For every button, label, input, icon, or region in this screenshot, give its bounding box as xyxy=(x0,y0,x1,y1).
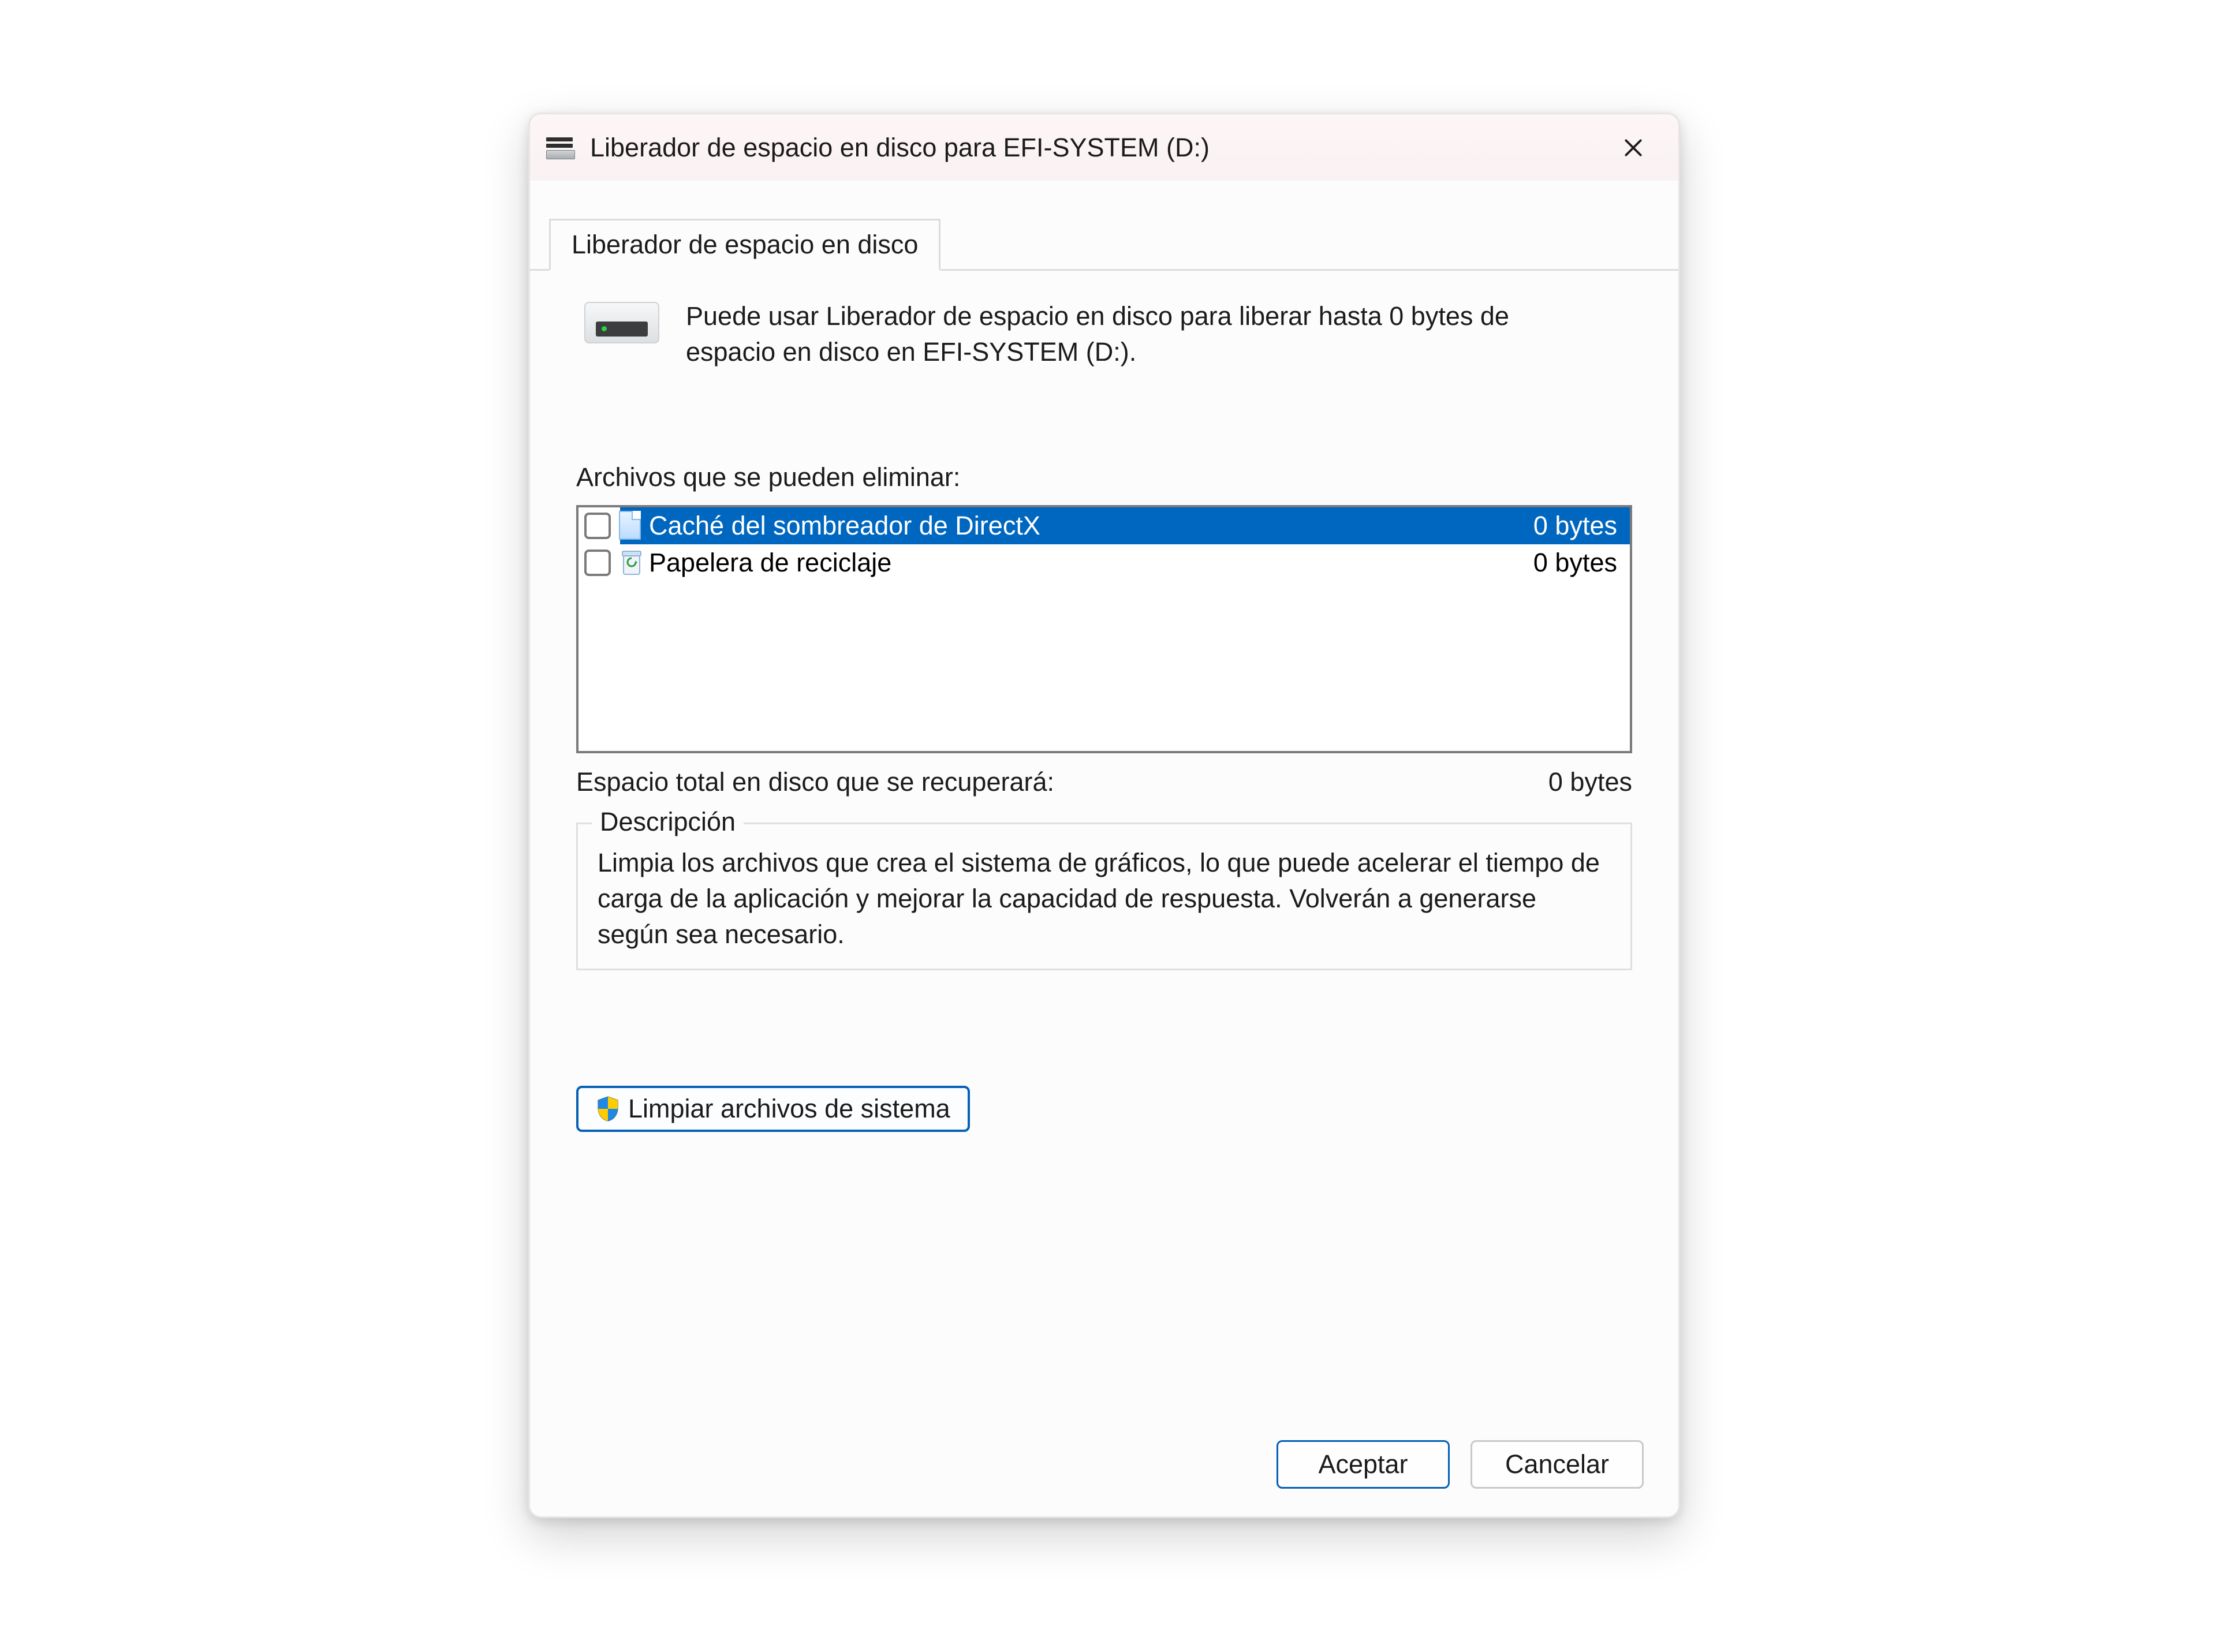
clean-system-files-label: Limpiar archivos de sistema xyxy=(628,1094,950,1124)
list-item[interactable]: Caché del sombreador de DirectX 0 bytes xyxy=(578,507,1630,544)
window-title: Liberador de espacio en disco para EFI-S… xyxy=(590,133,1604,163)
tab-disk-cleanup[interactable]: Liberador de espacio en disco xyxy=(549,219,940,271)
titlebar: Liberador de espacio en disco para EFI-S… xyxy=(530,114,1678,181)
intro-panel: Puede usar Liberador de espacio en disco… xyxy=(576,285,1632,370)
file-size: 0 bytes xyxy=(1533,548,1622,578)
description-text: Limpia los archivos que crea el sistema … xyxy=(598,845,1611,952)
file-name: Caché del sombreador de DirectX xyxy=(649,511,1533,541)
tabstrip: Liberador de espacio en disco xyxy=(530,219,1678,271)
list-item[interactable]: Papelera de reciclaje 0 bytes xyxy=(578,544,1630,581)
close-icon xyxy=(1622,137,1644,159)
total-value: 0 bytes xyxy=(1548,767,1632,797)
cancel-label: Cancelar xyxy=(1505,1449,1609,1479)
ok-label: Aceptar xyxy=(1318,1449,1408,1479)
drive-icon xyxy=(584,302,659,354)
uac-shield-icon xyxy=(596,1096,620,1122)
intro-text: Puede usar Liberador de espacio en disco… xyxy=(686,298,1563,370)
description-group: Descripción Limpia los archivos que crea… xyxy=(576,823,1632,970)
close-button[interactable] xyxy=(1604,125,1662,171)
tab-label: Liberador de espacio en disco xyxy=(572,230,918,260)
disk-cleanup-dialog: Liberador de espacio en disco para EFI-S… xyxy=(528,113,1680,1518)
file-name: Papelera de reciclaje xyxy=(649,548,1533,578)
ok-button[interactable]: Aceptar xyxy=(1277,1440,1450,1489)
file-checkbox[interactable] xyxy=(584,550,611,576)
description-legend: Descripción xyxy=(592,807,744,837)
page-icon xyxy=(619,511,643,541)
file-checkbox[interactable] xyxy=(584,513,611,539)
total-label: Espacio total en disco que se recuperará… xyxy=(576,767,1548,797)
total-row: Espacio total en disco que se recuperará… xyxy=(576,767,1632,797)
clean-system-files-button[interactable]: Limpiar archivos de sistema xyxy=(576,1086,970,1132)
files-label: Archivos que se pueden eliminar: xyxy=(576,462,1632,492)
dialog-footer: Aceptar Cancelar xyxy=(1277,1440,1644,1489)
files-list[interactable]: Caché del sombreador de DirectX 0 bytes … xyxy=(576,505,1632,753)
cancel-button[interactable]: Cancelar xyxy=(1470,1440,1644,1489)
disk-cleanup-app-icon xyxy=(546,133,575,162)
file-size: 0 bytes xyxy=(1533,511,1622,541)
recycle-bin-icon xyxy=(619,548,643,578)
